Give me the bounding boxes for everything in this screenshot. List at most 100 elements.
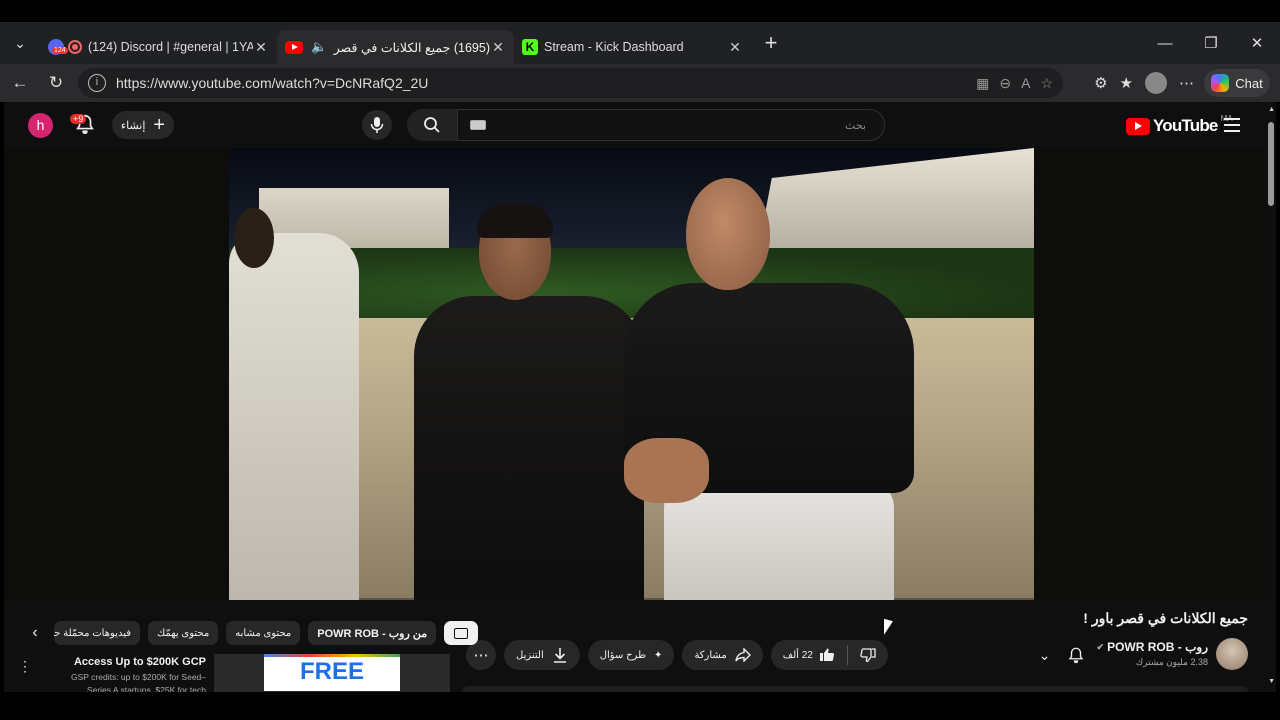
refresh-button[interactable]: ↻ — [38, 65, 74, 101]
tab-discord[interactable]: 124 (124) Discord | #general | 1YA ✕ — [40, 30, 277, 64]
chip-related[interactable]: محتوى مشابه — [226, 621, 301, 645]
back-button[interactable]: ← — [2, 65, 38, 101]
video-actions: ⋯ التنزيل ✦ طرح سؤال مشاركة 22 ألف — [466, 640, 888, 672]
microphone-icon — [370, 117, 384, 133]
chip-from-channel[interactable]: من روب - POWR ROB — [308, 621, 437, 645]
copilot-chat-button[interactable]: Chat — [1204, 69, 1270, 97]
tab-title: (1695) جميع الكلانات في قصر باور — [333, 40, 490, 55]
restore-icon[interactable]: ❐ — [1188, 22, 1234, 64]
like-count: 22 ألف — [782, 649, 813, 661]
tab-title: (124) Discord | #general | 1YA — [88, 40, 253, 54]
search-button[interactable] — [407, 109, 457, 141]
guide-menu-icon[interactable] — [1224, 118, 1240, 132]
youtube-icon — [285, 40, 303, 54]
window-controls: — ❐ ✕ — [1142, 22, 1280, 64]
youtube-play-icon — [1126, 117, 1150, 135]
search-placeholder: بحث — [845, 119, 866, 132]
chevron-down-icon: ⌄ — [14, 34, 26, 51]
ask-label: طرح سؤال — [599, 649, 647, 661]
subscription-notifications-button[interactable]: ⌄ — [1030, 640, 1094, 670]
youtube-page: h +9 إنشاء + بحث YouTube MA — [4, 102, 1276, 692]
person-left — [229, 233, 359, 600]
dislike-button[interactable] — [848, 640, 888, 670]
new-tab-button[interactable]: + — [751, 30, 791, 56]
related-chips: ‹ فيديوهات محمّلة حديثًا محتوى يهمّك محت… — [24, 620, 479, 646]
like-dislike-group: 22 ألف — [770, 640, 888, 670]
tab-badge: 124 — [52, 47, 68, 54]
close-tab-icon[interactable]: ✕ — [727, 39, 743, 56]
like-separator — [846, 645, 848, 665]
more-menu-icon[interactable]: ⋯ — [1179, 74, 1194, 92]
scroll-thumb[interactable] — [1268, 122, 1274, 206]
tab-actions-menu-button[interactable]: ⌄ — [0, 22, 40, 64]
scroll-down-icon[interactable]: ▼ — [1268, 678, 1275, 685]
share-icon — [735, 648, 751, 662]
copilot-icon — [1211, 74, 1230, 92]
browser-tab-bar: ⌄ 124 (124) Discord | #general | 1YA ✕ 🔈… — [0, 22, 1280, 64]
download-icon — [552, 647, 568, 663]
minimize-icon[interactable]: — — [1142, 22, 1188, 64]
tab-title: Stream - Kick Dashboard — [544, 40, 684, 54]
youtube-header: h +9 إنشاء + بحث YouTube MA — [4, 102, 1266, 148]
chip-all-icon[interactable] — [444, 621, 479, 645]
bell-icon — [1069, 647, 1084, 664]
favorites-icon[interactable]: ★ — [1120, 74, 1133, 92]
address-bar[interactable]: i https://www.youtube.com/watch?v=DcNRaf… — [78, 68, 1063, 98]
share-button[interactable]: مشاركة — [682, 640, 763, 670]
sparkle-icon: ✦ — [654, 649, 663, 661]
video-title: جميع الكلانات في قصر باور ! — [1083, 610, 1248, 626]
recording-icon — [68, 40, 82, 54]
screen-top-border — [0, 0, 1280, 22]
chip-recently-uploaded[interactable]: فيديوهات محمّلة حديثًا — [54, 621, 140, 645]
thumbs-down-icon — [860, 648, 876, 663]
favorite-star-icon[interactable]: ☆ — [1040, 75, 1053, 92]
keyboard-icon[interactable] — [470, 120, 486, 130]
apps-icon[interactable]: ▦ — [976, 75, 989, 92]
page-scrollbar[interactable]: ▲ ▼ — [1266, 102, 1276, 692]
read-aloud-icon[interactable]: A — [1021, 75, 1030, 92]
download-label: التنزيل — [516, 649, 544, 661]
create-label: إنشاء — [120, 119, 146, 132]
zoom-icon[interactable]: ⊖ — [999, 75, 1011, 92]
ad-description: GSP credits: up to $200K for Seed–Series… — [71, 672, 206, 692]
subscriber-count: 2.38 مليون مشترك — [1135, 657, 1208, 667]
youtube-logo[interactable]: YouTube MA — [1126, 114, 1233, 136]
chevron-left-icon[interactable]: ‹ — [24, 624, 46, 642]
close-tab-icon[interactable]: ✕ — [490, 39, 506, 56]
voice-search-button[interactable] — [362, 110, 392, 140]
chevron-down-icon: ⌄ — [1038, 646, 1051, 663]
screen-bottom-border — [0, 692, 1280, 720]
video-player[interactable] — [4, 148, 1266, 600]
profile-avatar[interactable] — [1145, 72, 1167, 94]
channel-avatar[interactable] — [1216, 638, 1248, 670]
extensions-icon[interactable]: ⚙ — [1094, 74, 1107, 92]
ad-thumbnail[interactable]: FREE — [214, 654, 450, 692]
search-icon — [424, 117, 440, 133]
download-button[interactable]: التنزيل — [504, 640, 580, 670]
url-text[interactable]: https://www.youtube.com/watch?v=DcNRafQ2… — [116, 75, 976, 91]
create-button[interactable]: إنشاء + — [112, 111, 174, 139]
channel-name-text: روب - POWR ROB — [1107, 640, 1208, 654]
ad-menu-icon[interactable]: ⋮ — [18, 658, 32, 675]
address-toolbar: ← ↻ i https://www.youtube.com/watch?v=Dc… — [0, 64, 1280, 102]
verified-icon: ✔ — [1096, 641, 1105, 652]
ad-text[interactable]: Access Up to $200K GCP GSP credits: up t… — [54, 656, 206, 692]
scroll-up-icon[interactable]: ▲ — [1268, 106, 1275, 113]
ask-button[interactable]: ✦ طرح سؤال — [587, 640, 675, 670]
person-left-head — [234, 208, 274, 268]
channel-name[interactable]: روب - POWR ROB ✔ — [1097, 640, 1208, 654]
address-bar-icons: ▦ ⊖ A ☆ — [976, 75, 1053, 92]
speaker-icon[interactable]: 🔈 — [311, 39, 327, 55]
chip-for-you[interactable]: محتوى يهمّك — [148, 621, 219, 645]
close-window-icon[interactable]: ✕ — [1234, 22, 1280, 64]
search-input[interactable]: بحث — [457, 109, 885, 141]
ad-title: Access Up to $200K GCP — [73, 656, 206, 668]
person-right — [624, 178, 914, 600]
tab-youtube[interactable]: 🔈 (1695) جميع الكلانات في قصر باور ✕ — [277, 30, 514, 64]
site-info-icon[interactable]: i — [88, 74, 106, 92]
like-button[interactable]: 22 ألف — [771, 640, 847, 670]
account-avatar[interactable]: h — [28, 113, 53, 138]
tab-kick[interactable]: K Stream - Kick Dashboard ✕ — [514, 30, 751, 64]
close-tab-icon[interactable]: ✕ — [253, 39, 269, 56]
mouse-cursor-icon — [884, 618, 893, 638]
